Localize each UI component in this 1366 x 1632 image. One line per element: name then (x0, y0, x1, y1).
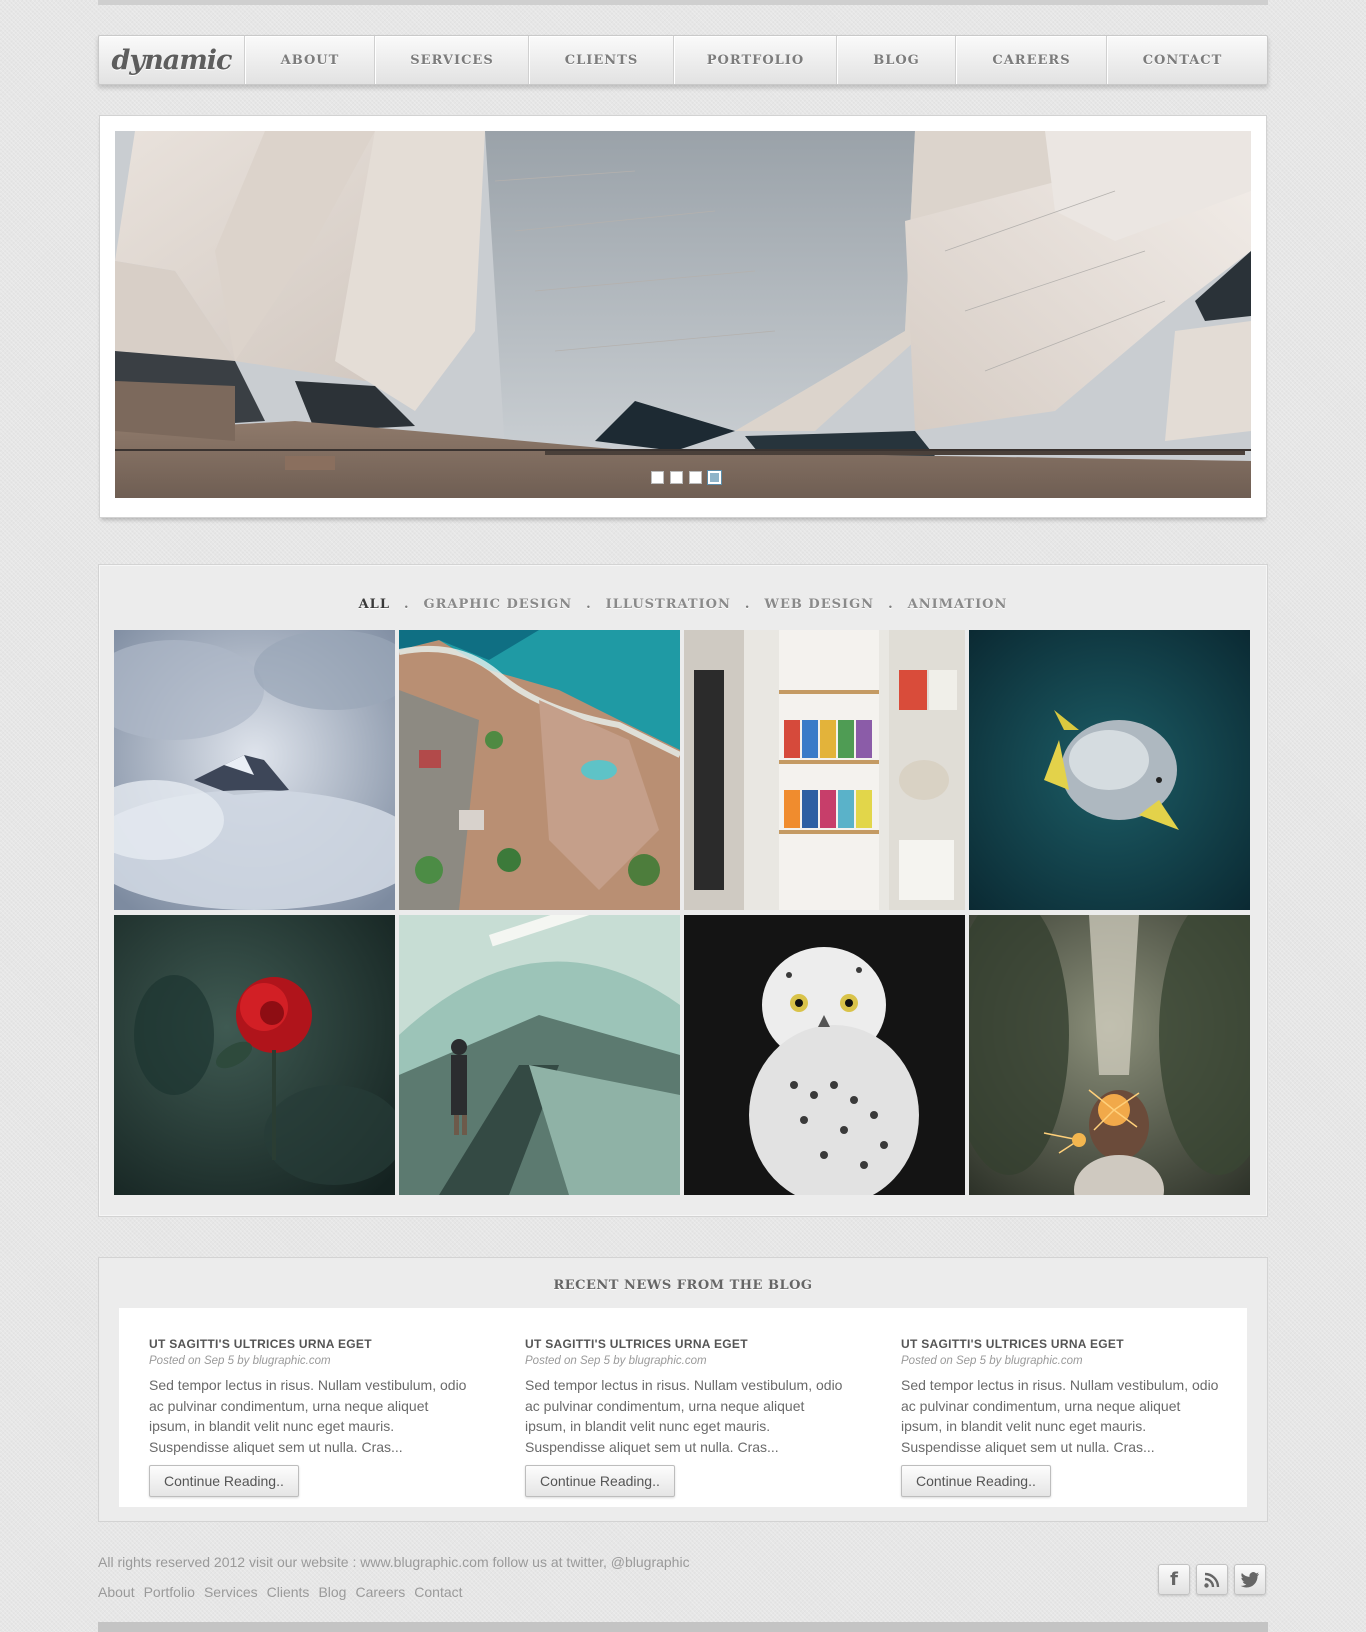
filter-separator: . (403, 597, 410, 612)
twitter-icon[interactable] (1234, 1564, 1266, 1595)
portfolio-item-escalator[interactable] (399, 915, 680, 1195)
filter-animation[interactable]: ANIMATION (908, 597, 1008, 612)
post-title[interactable]: UT SAGITTI'S ULTRICES URNA EGET (525, 1337, 845, 1351)
facebook-icon[interactable]: f (1158, 1564, 1190, 1595)
portfolio-item-paint-shelves[interactable] (684, 630, 965, 910)
portfolio-grid (114, 630, 1250, 1195)
filter-separator: . (888, 597, 894, 612)
nav-item-about[interactable]: ABOUT (245, 36, 375, 84)
main-nav: dynamic ABOUT SERVICES CLIENTS PORTFOLIO… (98, 35, 1268, 85)
portfolio-item-owl[interactable] (684, 915, 965, 1195)
footer-link-services[interactable]: Services (204, 1584, 258, 1600)
blog-section-title: RECENT NEWS FROM THE BLOG (553, 1278, 813, 1293)
post-meta: Posted on Sep 5 by blugraphic.com (149, 1355, 331, 1367)
footer-link-contact[interactable]: Contact (414, 1584, 462, 1600)
nav-item-services[interactable]: SERVICES (375, 36, 529, 84)
bottom-strip (98, 1622, 1268, 1632)
continue-reading-button[interactable]: Continue Reading.. (525, 1465, 675, 1497)
footer-link-careers[interactable]: Careers (355, 1584, 405, 1600)
nav-item-clients[interactable]: CLIENTS (529, 36, 674, 84)
social-buttons: f (1158, 1564, 1266, 1595)
filter-illustration[interactable]: ILLUSTRATION (606, 597, 731, 612)
filter-separator: . (586, 597, 592, 612)
blog-post: UT SAGITTI'S ULTRICES URNA EGET Posted o… (901, 1337, 1221, 1497)
slider-dot-4[interactable] (707, 470, 722, 485)
nav-item-careers[interactable]: CAREERS (956, 36, 1107, 84)
footer-link-portfolio[interactable]: Portfolio (144, 1584, 195, 1600)
blog-post: UT SAGITTI'S ULTRICES URNA EGET Posted o… (525, 1337, 845, 1497)
footer-links: About Portfolio Services Clients Blog Ca… (98, 1584, 463, 1600)
post-meta: Posted on Sep 5 by blugraphic.com (901, 1355, 1083, 1367)
continue-reading-button[interactable]: Continue Reading.. (149, 1465, 299, 1497)
portfolio-item-fish[interactable] (969, 630, 1250, 910)
portfolio-item-rose[interactable] (114, 915, 395, 1195)
post-excerpt: Sed tempor lectus in risus. Nullam vesti… (149, 1377, 467, 1455)
portfolio-filters: ALL . GRAPHIC DESIGN . ILLUSTRATION . WE… (99, 597, 1267, 612)
post-title[interactable]: UT SAGITTI'S ULTRICES URNA EGET (901, 1337, 1221, 1351)
nav-item-blog[interactable]: BLOG (837, 36, 956, 84)
nav-item-portfolio[interactable]: PORTFOLIO (674, 36, 837, 84)
post-meta: Posted on Sep 5 by blugraphic.com (525, 1355, 707, 1367)
site-logo[interactable]: dynamic (99, 36, 245, 84)
slide-image (115, 131, 1251, 498)
blog-posts: UT SAGITTI'S ULTRICES URNA EGET Posted o… (119, 1308, 1247, 1507)
footer-link-about[interactable]: About (98, 1584, 135, 1600)
footer-copyright: All rights reserved 2012 visit our websi… (98, 1554, 690, 1570)
slider-dot-3[interactable] (689, 471, 702, 484)
filter-graphic-design[interactable]: GRAPHIC DESIGN (424, 597, 573, 612)
portfolio-item-mountain[interactable] (114, 630, 395, 910)
slider-dots (651, 470, 722, 485)
post-title[interactable]: UT SAGITTI'S ULTRICES URNA EGET (149, 1337, 469, 1351)
hero-slider (99, 115, 1267, 518)
slider-dot-1[interactable] (651, 471, 664, 484)
rss-icon[interactable] (1196, 1564, 1228, 1595)
nav-item-contact[interactable]: CONTACT (1107, 36, 1257, 84)
footer-link-clients[interactable]: Clients (267, 1584, 310, 1600)
portfolio-item-aerial-beach[interactable] (399, 630, 680, 910)
post-excerpt: Sed tempor lectus in risus. Nullam vesti… (901, 1377, 1219, 1455)
blog-post: UT SAGITTI'S ULTRICES URNA EGET Posted o… (149, 1337, 469, 1497)
post-excerpt: Sed tempor lectus in risus. Nullam vesti… (525, 1377, 843, 1455)
facebook-glyph: f (1170, 1569, 1178, 1590)
filter-all[interactable]: ALL (359, 597, 390, 612)
portfolio-item-sparkler[interactable] (969, 915, 1250, 1195)
portfolio-section: ALL . GRAPHIC DESIGN . ILLUSTRATION . WE… (98, 564, 1268, 1217)
filter-separator: . (744, 597, 751, 612)
footer-link-blog[interactable]: Blog (318, 1584, 346, 1600)
continue-reading-button[interactable]: Continue Reading.. (901, 1465, 1051, 1497)
slider-dot-2[interactable] (670, 471, 683, 484)
filter-web-design[interactable]: WEB DESIGN (764, 597, 874, 612)
blog-section: RECENT NEWS FROM THE BLOG UT SAGITTI'S U… (98, 1257, 1268, 1522)
top-strip (98, 0, 1268, 5)
